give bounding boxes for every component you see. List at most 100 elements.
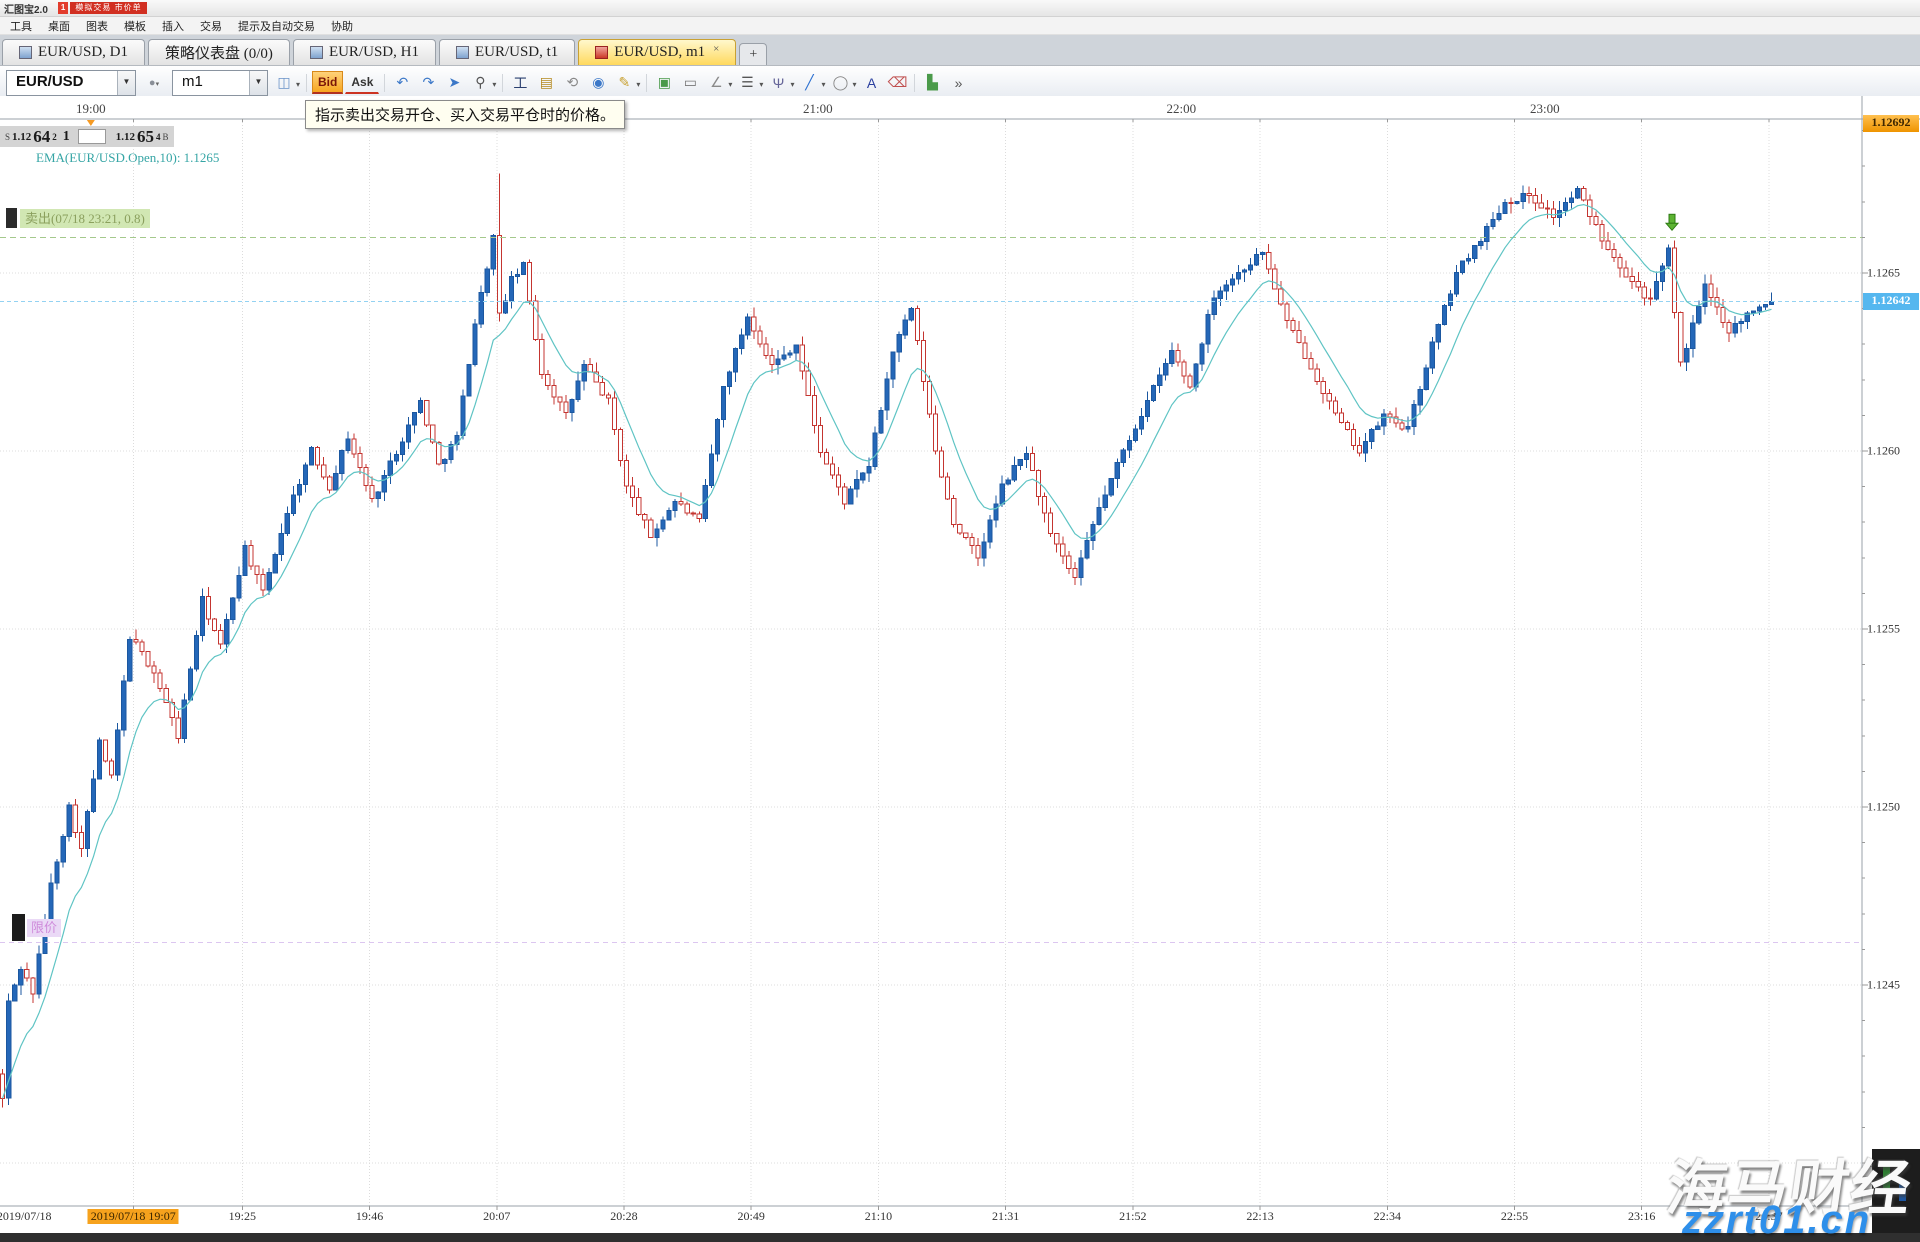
watermark-url: zzrt01.cn — [1682, 1198, 1871, 1242]
badge-text: 模拟交易 市价单 — [70, 2, 146, 14]
tab-3[interactable]: EUR/USD, t1 — [439, 39, 575, 65]
ema-indicator-label: EMA(EUR/USD.Open,10): 1.1265 — [36, 150, 219, 166]
magnifier-icon-caret[interactable]: ▾ — [492, 80, 496, 89]
quote-box: S 1.12 64 2 1 1.12 65 4 B — [0, 126, 174, 147]
time-axis-bottom-label: 21:10 — [865, 1209, 892, 1224]
sell-order-label[interactable]: 卖出(07/18 23:21, 0.8) — [6, 208, 150, 228]
note-icon[interactable]: ▤ — [534, 72, 558, 94]
candle-icon — [6, 208, 17, 228]
trendline-icon-caret[interactable]: ▾ — [728, 80, 732, 89]
menu-item-1[interactable]: 桌面 — [40, 18, 78, 34]
image-icon[interactable]: ▣ — [652, 72, 676, 94]
time-axis-bottom-label: 22:55 — [1501, 1209, 1528, 1224]
redo-icon[interactable]: ↷ — [416, 72, 440, 94]
pitchfork-icon[interactable]: Ψ — [766, 72, 790, 94]
tab-0[interactable]: EUR/USD, D1 — [2, 39, 145, 65]
sell-price-big: 64 — [33, 128, 50, 145]
tab-chart-icon — [595, 46, 608, 59]
candlestick-chart[interactable] — [0, 96, 1920, 1242]
symbol-combo[interactable]: EUR/USD ▼ — [6, 70, 136, 96]
bid-tooltip: 指示卖出交易开仓、买入交易平仓时的价格。 — [305, 100, 625, 129]
tab-4[interactable]: EUR/USD, m1 × — [578, 39, 736, 65]
cursor-icon[interactable]: ➤ — [442, 72, 466, 94]
panel-icon[interactable]: ▭ — [678, 72, 702, 94]
text-icon[interactable]: A — [859, 72, 883, 94]
menu-item-7[interactable]: 协助 — [323, 18, 361, 34]
tab-2[interactable]: EUR/USD, H1 — [293, 39, 436, 65]
globe-icon[interactable]: ◉ — [586, 72, 610, 94]
pencil-icon[interactable]: ✎ — [612, 72, 636, 94]
overflow-icon[interactable]: » — [946, 72, 970, 94]
chart-profile-icon[interactable]: ●▾ — [140, 77, 168, 89]
hlines-icon[interactable]: ☰ — [735, 72, 759, 94]
bid-button[interactable]: Bid — [312, 71, 343, 94]
menu-item-5[interactable]: 交易 — [192, 18, 230, 34]
new-tab-button[interactable]: + — [739, 43, 767, 65]
menu-item-3[interactable]: 模板 — [116, 18, 154, 34]
link-icon[interactable]: ⟲ — [560, 72, 584, 94]
trading-app-window: 汇图宝2.0 1 模拟交易 市价单 工具桌面图表模板插入交易提示及自动交易协助 … — [0, 0, 1920, 1242]
tab-chart-icon — [456, 46, 469, 59]
pitchfork-icon-caret[interactable]: ▾ — [790, 80, 794, 89]
ellipse-icon[interactable]: ◯ — [828, 72, 852, 94]
ellipse-icon-caret[interactable]: ▾ — [852, 80, 856, 89]
tab-label: EUR/USD, m1 — [614, 44, 705, 61]
menu-item-6[interactable]: 提示及自动交易 — [230, 18, 323, 34]
toolbar-separator — [306, 74, 307, 92]
eraser-icon[interactable]: ⌫ — [885, 72, 909, 94]
tab-1[interactable]: 策略仪表盘 (0/0) — [148, 39, 290, 65]
tab-chart-icon — [310, 46, 323, 59]
tab-close-icon[interactable]: × — [713, 43, 719, 55]
time-axis-bottom-label: 2019/07/18 — [0, 1209, 52, 1224]
sell-order-text: 卖出(07/18 23:21, 0.8) — [20, 209, 150, 228]
magnifier-icon[interactable]: ⚲ — [468, 72, 492, 94]
candle-icon — [12, 914, 25, 941]
spread-value: 1 — [63, 129, 70, 145]
time-axis-bottom-label: 22:34 — [1374, 1209, 1401, 1224]
timeframe-combo[interactable]: m1 ▼ — [172, 70, 268, 96]
promo-badge[interactable]: 1 模拟交易 市价单 — [58, 2, 147, 14]
toolbar-separator — [384, 74, 385, 92]
menu-item-2[interactable]: 图表 — [78, 18, 116, 34]
price-axis-label: 1.1245 — [1867, 978, 1900, 993]
sell-price-small: 1.12 — [12, 131, 31, 143]
chart-frame-icon-caret[interactable]: ▾ — [296, 80, 300, 89]
tab-bar: EUR/USD, D1 策略仪表盘 (0/0) EUR/USD, H1 EUR/USD… — [0, 35, 1920, 66]
buy-letter: B — [163, 132, 169, 142]
time-axis-bottom-label: 22:13 — [1246, 1209, 1273, 1224]
volume-input[interactable] — [78, 129, 106, 144]
title-bar: 汇图宝2.0 1 模拟交易 市价单 — [0, 0, 1920, 17]
pencil-icon-caret[interactable]: ▾ — [636, 80, 640, 89]
time-axis-top-label: 23:00 — [1530, 101, 1560, 117]
sell-price-pip: 2 — [52, 132, 57, 142]
tab-label: EUR/USD, t1 — [475, 44, 558, 61]
toolbar-separator — [502, 74, 503, 92]
symbol-combo-value: EUR/USD — [7, 71, 117, 95]
time-axis-bottom-label: 20:07 — [483, 1209, 510, 1224]
time-axis-top-label: 22:00 — [1166, 101, 1196, 117]
tab-label: EUR/USD, D1 — [38, 44, 128, 61]
menu-item-0[interactable]: 工具 — [2, 18, 40, 34]
limit-order-label[interactable]: 限价 — [12, 914, 61, 941]
time-axis-top-label: 19:00 — [76, 101, 106, 117]
chart-area[interactable]: 19:0020:0021:0022:0023:001.12651.12601.1… — [0, 96, 1920, 1242]
symbol-combo-arrow-icon[interactable]: ▼ — [117, 71, 135, 95]
line-icon[interactable]: ╱ — [797, 72, 821, 94]
line-icon-caret[interactable]: ▾ — [821, 80, 825, 89]
hlines-icon-caret[interactable]: ▾ — [759, 80, 763, 89]
app-title: 汇图宝2.0 — [4, 1, 48, 16]
indicator-icon[interactable]: ▙ — [920, 72, 944, 94]
menu-item-4[interactable]: 插入 — [154, 18, 192, 34]
tab-chart-icon — [19, 46, 32, 59]
toolbar-separator — [914, 74, 915, 92]
ask-button[interactable]: Ask — [345, 71, 379, 94]
toolbar: EUR/USD ▼ ●▾ m1 ▼ ◫▾BidAsk↶↷➤⚲▾工▤⟲◉✎▾▣▭∠… — [0, 66, 1920, 100]
ibeam-icon[interactable]: 工 — [508, 72, 532, 94]
trendline-icon[interactable]: ∠ — [704, 72, 728, 94]
timeframe-combo-arrow-icon[interactable]: ▼ — [249, 71, 267, 95]
chart-frame-icon[interactable]: ◫ — [272, 72, 296, 94]
tab-label: + — [749, 47, 757, 63]
undo-icon[interactable]: ↶ — [390, 72, 414, 94]
buy-price-pip: 4 — [156, 132, 161, 142]
tab-label: 策略仪表盘 (0/0) — [165, 42, 273, 63]
